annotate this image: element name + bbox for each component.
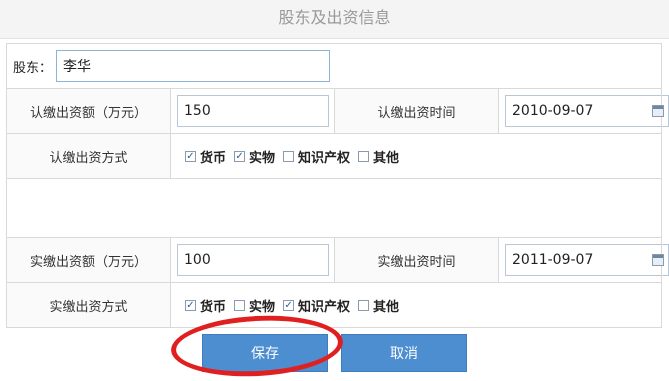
page-title: 股东及出资信息 <box>0 0 669 39</box>
subscribed-amount-row: 认缴出资额（万元） 150 认缴出资时间 2010-09-07 <box>6 88 669 134</box>
paid-date-value: 2011-09-07 <box>512 252 594 268</box>
checkbox-label: 实物 <box>249 299 276 315</box>
checkbox[interactable] <box>283 150 295 162</box>
checkbox-label: 实物 <box>249 150 276 166</box>
checkbox[interactable] <box>185 299 196 311</box>
paid-method-row: 实缴出资方式 货币 实物 知识产权 其他 <box>6 282 663 328</box>
spacer-row <box>5 178 663 238</box>
subscribed-date-input[interactable]: 2010-09-07 <box>505 95 669 127</box>
calendar-icon[interactable] <box>652 254 664 266</box>
subscribed-method-row: 认缴出资方式 货币 实物 知识产权 其他 <box>6 133 663 179</box>
paid-time-label: 实缴出资时间 <box>334 237 499 283</box>
subscribed-amount-value: 150 <box>184 103 211 119</box>
checkbox[interactable] <box>234 299 246 311</box>
shareholder-name-value: 李华 <box>63 59 92 75</box>
checkbox[interactable] <box>234 150 246 162</box>
checkbox-label: 知识产权 <box>298 299 351 315</box>
checkbox-label: 其他 <box>373 150 400 166</box>
cancel-button[interactable]: 取消 <box>341 334 467 372</box>
subscribed-time-label: 认缴出资时间 <box>334 88 499 134</box>
subscribed-method-currency[interactable]: 货币 <box>185 147 226 166</box>
paid-amount-row: 实缴出资额（万元） 100 实缴出资时间 2011-09-07 <box>6 237 669 283</box>
paid-amount-label: 实缴出资额（万元） <box>6 237 171 283</box>
shareholder-name-input[interactable]: 李华 <box>56 50 331 82</box>
calendar-icon[interactable] <box>652 105 664 117</box>
checkbox-label: 知识产权 <box>298 150 351 166</box>
paid-method-checkboxes: 货币 实物 知识产权 其他 <box>171 296 661 315</box>
paid-method-currency[interactable]: 货币 <box>185 296 226 315</box>
subscribed-method-label: 认缴出资方式 <box>6 133 171 179</box>
shareholder-label: 股东： <box>13 60 53 76</box>
subscribed-method-goods[interactable]: 实物 <box>234 147 275 166</box>
paid-date-input[interactable]: 2011-09-07 <box>505 244 669 276</box>
checkbox-label: 货币 <box>200 150 227 166</box>
paid-method-other[interactable]: 其他 <box>358 296 399 315</box>
checkbox[interactable] <box>358 299 370 311</box>
subscribed-method-other[interactable]: 其他 <box>358 147 399 166</box>
subscribed-amount-input[interactable]: 150 <box>177 95 329 127</box>
subscribed-method-checkboxes: 货币 实物 知识产权 其他 <box>171 147 661 166</box>
checkbox[interactable] <box>185 150 196 162</box>
paid-method-goods[interactable]: 实物 <box>234 296 275 315</box>
shareholder-form: 股东： 李华 认缴出资额（万元） 150 认缴出资时间 2010-09-07 认… <box>5 43 669 328</box>
paid-amount-value: 100 <box>184 252 211 268</box>
checkbox[interactable] <box>283 299 295 311</box>
checkbox[interactable] <box>358 150 370 162</box>
paid-method-ip[interactable]: 知识产权 <box>283 296 350 315</box>
paid-method-label: 实缴出资方式 <box>6 282 171 328</box>
subscribed-date-value: 2010-09-07 <box>512 103 594 119</box>
checkbox-label: 其他 <box>373 299 400 315</box>
shareholder-row: 股东： 李华 <box>5 43 663 89</box>
subscribed-amount-label: 认缴出资额（万元） <box>6 88 171 134</box>
checkbox-label: 货币 <box>200 299 227 315</box>
subscribed-method-ip[interactable]: 知识产权 <box>283 147 350 166</box>
paid-amount-input[interactable]: 100 <box>177 244 329 276</box>
